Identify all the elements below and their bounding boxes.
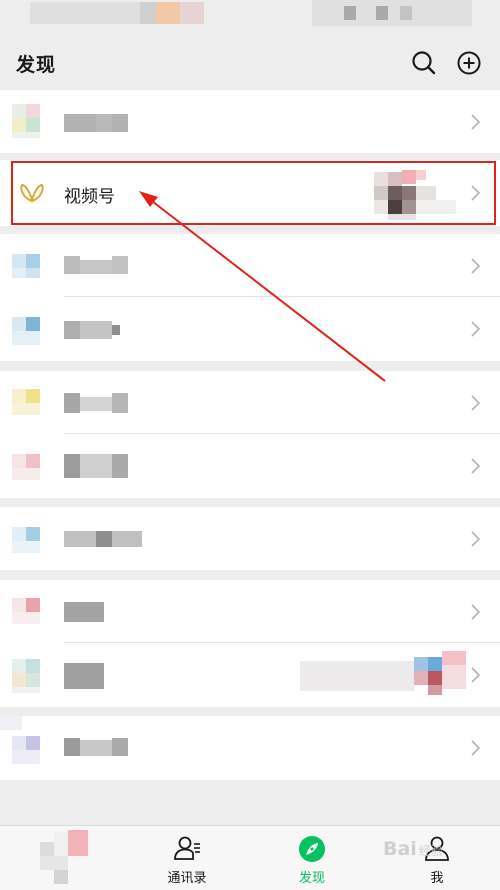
- group-moments: [0, 90, 500, 153]
- chevron-right-icon: [471, 114, 480, 130]
- list-item-shopping[interactable]: [0, 580, 500, 643]
- chevron-right-icon: [471, 458, 480, 474]
- header-bar: 发现: [0, 38, 500, 88]
- chevron-right-icon: [471, 258, 480, 274]
- tab-chats[interactable]: [26, 826, 116, 890]
- list-item-top-stories[interactable]: [0, 371, 500, 434]
- tab-discover-label: 发现: [298, 871, 325, 886]
- list-item-games[interactable]: [0, 643, 500, 707]
- list-item-scan[interactable]: [0, 234, 500, 297]
- list-item-shake[interactable]: [0, 297, 500, 361]
- chevron-right-icon: [471, 667, 480, 683]
- status-bar: [0, 0, 500, 38]
- list-item-moments[interactable]: [0, 90, 500, 153]
- group-scan-shake: [0, 234, 500, 361]
- list-item-search[interactable]: [0, 434, 500, 498]
- chevron-right-icon: [471, 740, 480, 756]
- tab-me-label: 我: [430, 871, 444, 886]
- tab-contacts-label: 通讯录: [167, 871, 207, 886]
- chevron-right-icon: [471, 395, 480, 411]
- group-shop-games: [0, 580, 500, 707]
- discover-compass-icon: [299, 836, 325, 862]
- add-icon[interactable]: [454, 48, 484, 78]
- chevron-right-icon: [471, 604, 480, 620]
- search-icon[interactable]: [409, 48, 439, 78]
- baidu-watermark: Bai 经验: [383, 838, 443, 860]
- tab-contacts[interactable]: 通讯录: [142, 826, 232, 890]
- contacts-icon: [174, 836, 200, 860]
- group-stories-search: [0, 371, 500, 498]
- group-mini-programs: [0, 716, 500, 780]
- list-item-nearby[interactable]: [0, 507, 500, 570]
- group-nearby: [0, 507, 500, 570]
- highlight-box: [11, 161, 496, 225]
- chevron-right-icon: [471, 531, 480, 547]
- page-title: 发现: [16, 54, 57, 76]
- chevron-right-icon: [471, 321, 480, 337]
- tab-discover[interactable]: 发现: [267, 826, 357, 890]
- list-item-mini-programs[interactable]: [0, 716, 500, 780]
